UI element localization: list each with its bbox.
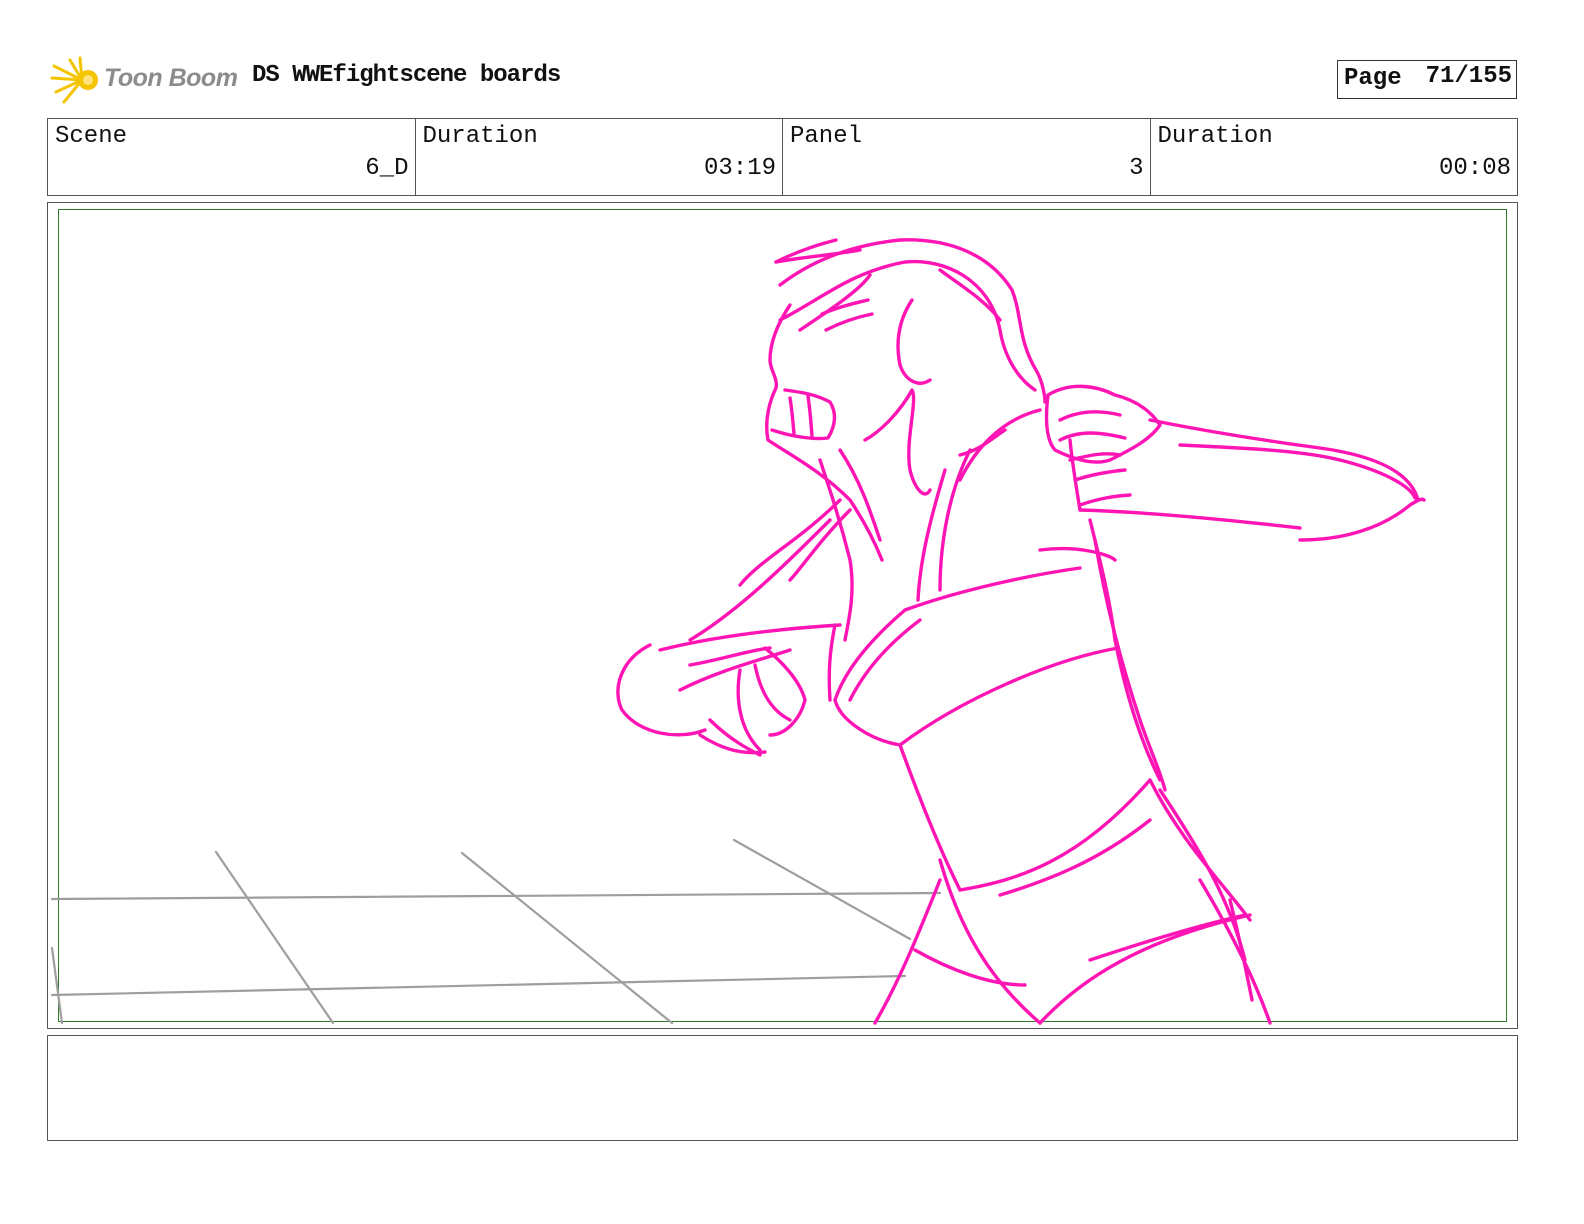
scene-duration-label: Duration: [422, 123, 538, 150]
panel-notes-box: [47, 1035, 1518, 1141]
storyboard-sketch: [50, 238, 1426, 1025]
document-title: DS WWEfightscene boards: [252, 62, 561, 89]
logo-text: Toon Boom: [104, 64, 238, 92]
scene-duration-value: 03:19: [703, 155, 776, 182]
scene-value: 6_D: [365, 155, 409, 182]
toon-boom-logo: Toon Boom: [50, 56, 240, 106]
panel-duration-label: Duration: [1157, 123, 1273, 150]
panel-info-row: Scene 6_D Duration 03:19 Panel 3 Duratio…: [47, 118, 1518, 196]
page-label: Page: [1344, 65, 1402, 92]
panel-cell: Panel 3: [783, 119, 1151, 195]
page-number: 71/155: [1425, 63, 1512, 90]
scene-duration-cell: Duration 03:19: [416, 119, 783, 195]
wrestler-figure: [616, 238, 1426, 1025]
scene-label: Scene: [55, 123, 128, 150]
toon-boom-logo-icon: [50, 56, 98, 104]
panel-label: Panel: [790, 123, 863, 150]
scene-cell: Scene 6_D: [48, 119, 416, 195]
page-indicator: Page 71/155: [1337, 60, 1517, 99]
panel-duration-cell: Duration 00:08: [1151, 119, 1518, 195]
panel-duration-value: 00:08: [1438, 155, 1511, 182]
ring-guide-lines: [50, 838, 942, 1025]
panel-value: 3: [1129, 155, 1144, 182]
